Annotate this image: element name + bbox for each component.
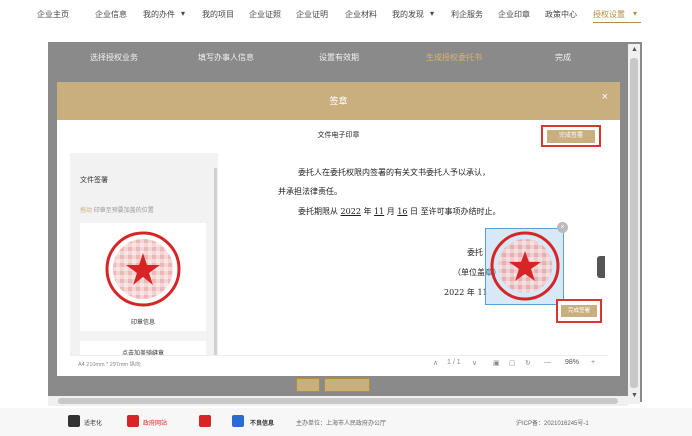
doc-line-3: 委托期限从 2022 年 11 月 16 日 至许可事项办结时止。 [298,206,501,217]
nav-item-projects[interactable]: 我的项目 [202,9,234,20]
doc-year: 2022 [340,207,361,216]
accessibility-icon [68,415,80,427]
doc-year-unit: 年 [363,207,372,216]
nav-item-my-cases[interactable]: 我的办件 [143,9,175,20]
hscroll-thumb[interactable] [58,398,618,404]
side-drawer-handle[interactable] [597,256,605,278]
complete-sign-button-highlight: 完成签署 [541,125,601,147]
gov-site-link[interactable]: 政府网站 [143,418,167,427]
nav-item-services[interactable]: 利企服务 [451,9,483,20]
seal-complete-button-highlight: 完成签署 [556,299,602,323]
page-indicator: 1 / 1 [447,359,461,366]
doc-month-unit: 月 [386,207,395,216]
next-page-icon[interactable]: ∨ [472,359,477,367]
icp-label[interactable]: 沪ICP备：2021016245号-1 [516,418,589,427]
nav-item-home[interactable]: 企业主页 [37,9,69,20]
scroll-up-icon[interactable]: ▲ [631,46,638,53]
doc-line-3-suffix: 至许可事项办结时止。 [420,207,501,216]
nav-item-seals[interactable]: 企业印章 [498,9,530,20]
step-5: 完成 [555,53,571,62]
complete-sign-button[interactable]: 完成签署 [547,130,595,143]
host-label: 主办单位：上海市人民政府办公厅 [296,421,387,427]
elder-friendly-link[interactable]: 适老化 [84,418,102,427]
doc-line-3-prefix: 委托期限从 [298,207,338,216]
chevron-down-icon[interactable]: ▾ [633,9,637,18]
prev-step-button[interactable] [296,378,320,392]
step-4: 生成授权委托书 [426,53,482,62]
seal-stamp-icon[interactable] [80,223,206,315]
paper-size-label: A4 210mm * 297mm 纵向 [78,362,141,368]
nav-item-certificates[interactable]: 企业证明 [296,9,328,20]
seal-info-label: 印章信息 [130,320,155,326]
top-nav: 企业主页 企业信息 我的办件 ▾ 我的项目 企业证照 企业证明 企业材料 我的发… [0,0,692,30]
nav-item-info[interactable]: 企业信息 [95,9,127,20]
rotate-icon[interactable]: ↻ [525,359,531,367]
doc-signer: 委托 [467,248,483,257]
step-3: 设置有效期 [319,53,359,62]
close-icon[interactable]: × [602,91,608,103]
nav-item-licenses[interactable]: 企业证照 [249,9,281,20]
doc-date-year-unit: 年 [466,288,475,297]
doc-day: 16 [397,207,408,216]
bad-info-link[interactable]: 不良信息 [250,418,274,427]
fit-page-icon[interactable]: ▣ [493,359,500,367]
site-footer: 适老化 政府网站 不良信息 主办单位：上海市人民政府办公厅 沪ICP备：2021… [0,408,692,436]
emblem-icon [199,415,211,427]
vertical-scrollbar[interactable]: ▲ ▼ [628,44,640,404]
doc-day-unit: 日 [410,207,419,216]
drag-tag: 拖动 [80,208,93,214]
doc-date: 2022 年 11 [444,287,488,298]
prev-page-icon[interactable]: ∧ [433,359,438,367]
next-step-button[interactable] [324,378,370,392]
doc-line-1: 委托人在委托权限内签署的有关文书委托人予以承认， [298,168,490,177]
chevron-down-icon[interactable]: ▾ [181,9,185,18]
doc-title: 文件电子印章 [317,132,360,139]
seal-panel: 文件签署 拖动 印章至预要加盖的位置 印章信息 点击加盖骑缝章 [70,153,218,363]
panel-scrollbar[interactable] [214,168,217,364]
viewer-toolbar: A4 210mm * 297mm 纵向 ∧ 1 / 1 ∨ ▣ ▢ ↻ — 98… [70,355,608,371]
gov-site-icon [127,415,139,427]
seal-complete-button[interactable]: 完成签署 [561,305,597,317]
step-1: 选择授权业务 [90,53,138,62]
seal-card[interactable]: 印章信息 [80,223,206,331]
hint-text: 印章至预要加盖的位置 [93,208,154,214]
seal-panel-title: 文件签署 [80,177,108,184]
scroll-thumb[interactable] [630,58,638,388]
zoom-level: 98% [565,359,580,366]
nav-active-underline [593,22,641,23]
nav-item-authorization[interactable]: 授权设置 [593,9,625,20]
report-icon [232,415,244,427]
nav-item-materials[interactable]: 企业材料 [345,9,377,20]
fit-width-icon[interactable]: ▢ [509,359,516,367]
zoom-out-icon[interactable]: — [544,359,551,366]
chevron-down-icon[interactable]: ▾ [430,9,434,18]
modal-title: 签章 [329,96,348,106]
scroll-down-icon[interactable]: ▼ [631,392,638,399]
seal-panel-hint: 拖动 印章至预要加盖的位置 [80,205,154,214]
zoom-in-icon[interactable]: + [591,359,595,366]
step-2: 填写办事人信息 [198,53,254,62]
doc-month: 11 [374,207,385,216]
nav-item-policy[interactable]: 政策中心 [545,9,577,20]
modal-header: 签章 × [57,82,620,120]
remove-seal-icon[interactable]: × [557,222,568,233]
nav-item-discover[interactable]: 我的发现 [392,9,424,20]
placed-seal[interactable] [485,228,564,305]
placed-seal-stamp-icon[interactable] [486,229,565,306]
step-bar: 选择授权业务 填写办事人信息 设置有效期 生成授权委托书 完成 [48,52,634,68]
doc-line-2: 并承担法律责任。 [278,187,342,196]
doc-date-year: 2022 [444,288,465,297]
horizontal-scrollbar[interactable] [48,396,628,406]
